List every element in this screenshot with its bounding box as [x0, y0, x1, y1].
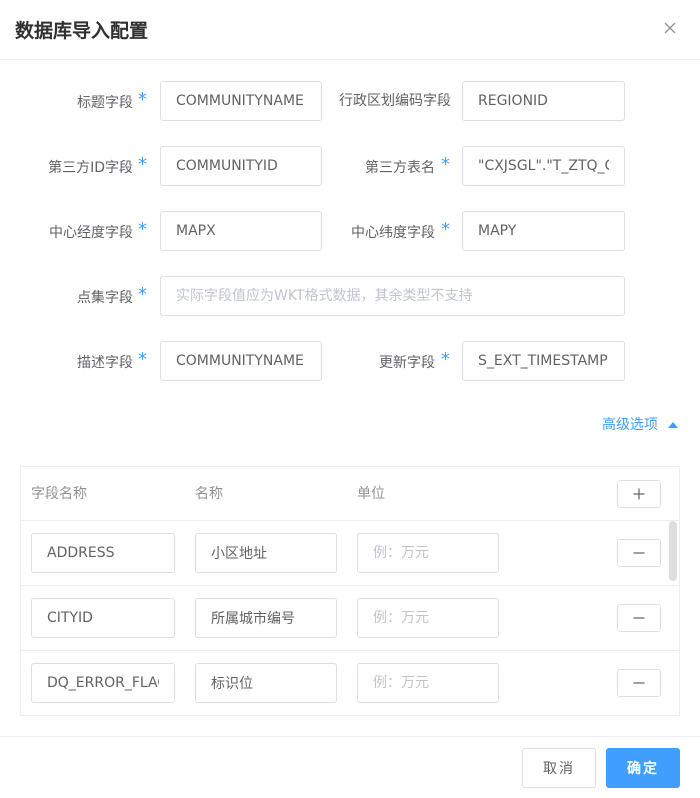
region-code-field-input[interactable]: [462, 81, 625, 121]
row-field-name-input[interactable]: [31, 533, 175, 573]
update-field-input[interactable]: [462, 341, 625, 381]
remove-row-button[interactable]: [617, 604, 661, 632]
confirm-button[interactable]: 确定: [606, 748, 680, 788]
update-field-label: 更新字段: [379, 355, 435, 371]
fields-table: 字段名称 名称 单位: [20, 466, 680, 716]
required-mark: *: [138, 219, 147, 240]
remove-row-button[interactable]: [617, 539, 661, 567]
description-field-input[interactable]: [160, 341, 322, 381]
point-set-field-label: 点集字段: [77, 290, 133, 306]
close-icon: [664, 22, 676, 34]
row-name-input[interactable]: [195, 533, 337, 573]
table-row: [21, 651, 679, 715]
row-unit-input[interactable]: [357, 598, 499, 638]
row-unit-input[interactable]: [357, 533, 499, 573]
point-set-field-input[interactable]: [160, 276, 625, 316]
minus-icon: [633, 617, 645, 619]
required-mark: *: [441, 349, 450, 370]
dialog-header: 数据库导入配置: [0, 0, 700, 60]
third-party-id-field-label: 第三方ID字段: [48, 160, 133, 176]
third-party-table-input[interactable]: [462, 146, 625, 186]
import-config-dialog: 数据库导入配置 标题字段 * 行政区划编码字段 第三方ID字段 * 第三方表名 …: [0, 0, 700, 798]
center-lat-field-label: 中心纬度字段: [351, 225, 435, 241]
description-field-label: 描述字段: [77, 355, 133, 371]
remove-row-button[interactable]: [617, 669, 661, 697]
required-mark: *: [441, 219, 450, 240]
add-row-button[interactable]: [617, 480, 661, 508]
minus-icon: [633, 682, 645, 684]
row-unit-input[interactable]: [357, 663, 499, 703]
header-name: 名称: [195, 486, 223, 502]
advanced-options-toggle[interactable]: 高级选项: [602, 415, 678, 435]
row-name-input[interactable]: [195, 598, 337, 638]
header-field-name: 字段名称: [31, 486, 87, 502]
minus-icon: [633, 552, 645, 554]
caret-up-icon: [668, 422, 678, 428]
required-mark: *: [138, 154, 147, 175]
row-field-name-input[interactable]: [31, 663, 175, 703]
third-party-table-label: 第三方表名: [365, 160, 435, 176]
title-field-input[interactable]: [160, 81, 322, 121]
dialog-footer: 取消 确定: [0, 736, 700, 798]
dialog-title: 数据库导入配置: [15, 20, 149, 42]
region-code-field-label: 行政区划编码字段: [339, 93, 451, 109]
advanced-options-label: 高级选项: [602, 417, 658, 433]
center-lat-field-input[interactable]: [462, 211, 625, 251]
row-name-input[interactable]: [195, 663, 337, 703]
table-row: [21, 521, 679, 586]
required-mark: *: [138, 349, 147, 370]
third-party-id-field-input[interactable]: [160, 146, 322, 186]
required-mark: *: [138, 284, 147, 305]
scrollbar-thumb[interactable]: [669, 521, 677, 581]
required-mark: *: [441, 154, 450, 175]
table-scrollbar[interactable]: [669, 521, 677, 715]
center-lng-field-label: 中心经度字段: [49, 225, 133, 241]
center-lng-field-input[interactable]: [160, 211, 322, 251]
title-field-label: 标题字段: [77, 95, 133, 111]
required-mark: *: [138, 89, 147, 110]
table-header: 字段名称 名称 单位: [21, 467, 679, 521]
cancel-button[interactable]: 取消: [522, 748, 596, 788]
row-field-name-input[interactable]: [31, 598, 175, 638]
plus-icon: [633, 488, 645, 500]
header-unit: 单位: [357, 486, 385, 502]
close-button[interactable]: [660, 18, 680, 38]
table-row: [21, 586, 679, 651]
